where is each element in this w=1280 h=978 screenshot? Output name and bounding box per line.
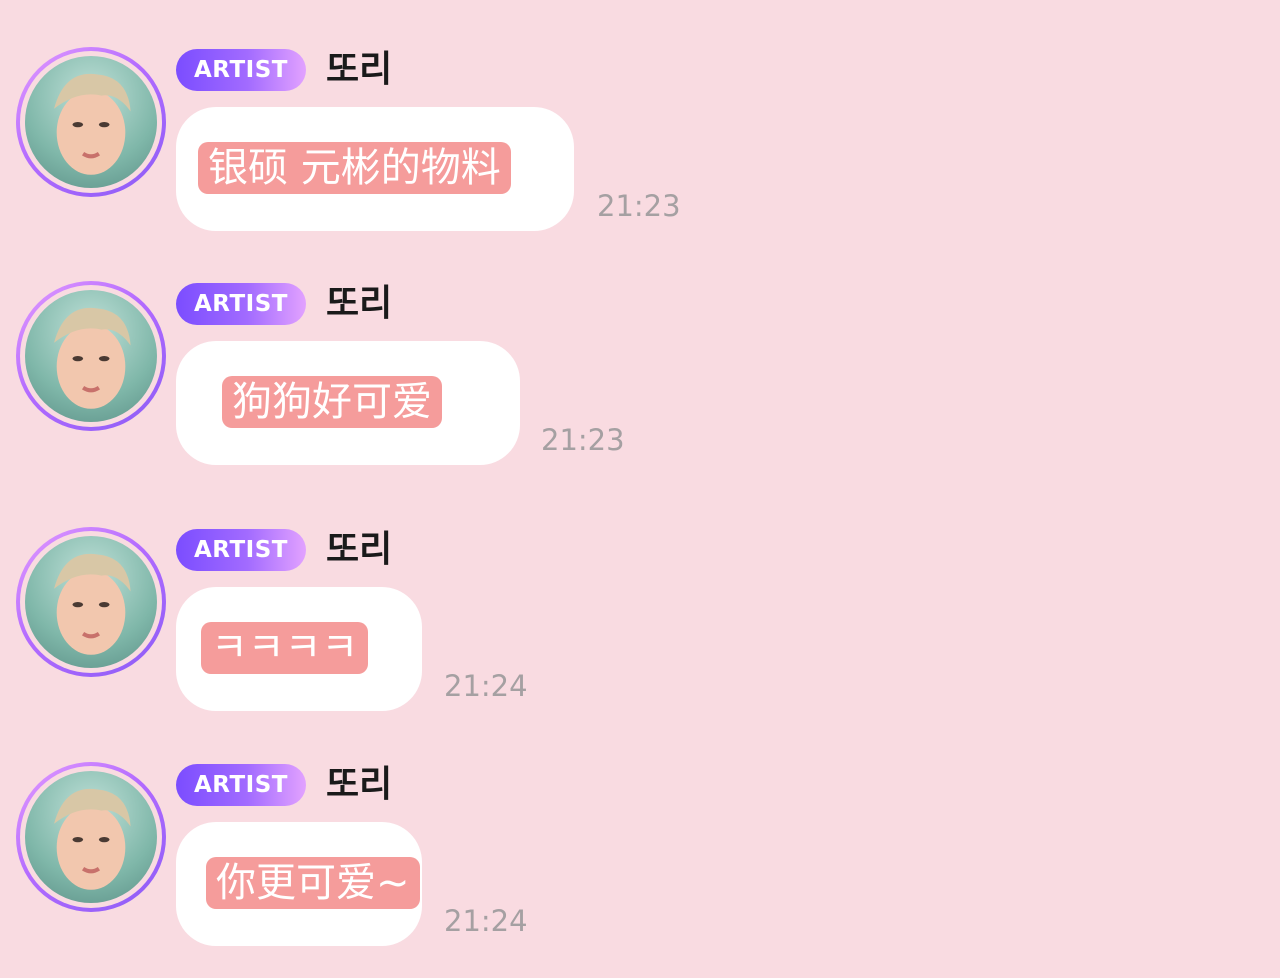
avatar[interactable]	[16, 527, 166, 677]
sender-name: 또리	[326, 49, 393, 90]
avatar-photo-icon	[25, 56, 157, 188]
message-text: 狗狗好可爱	[222, 376, 442, 428]
avatar[interactable]	[16, 47, 166, 197]
avatar-photo-icon	[25, 771, 157, 903]
chat-message: ARTIST 또리 ㅋㅋㅋㅋ 21:24	[0, 527, 1280, 727]
message-bubble[interactable]: 银硕 元彬的物料	[176, 107, 574, 231]
message-text: ㅋㅋㅋㅋ	[201, 622, 369, 674]
chat-message: ARTIST 또리 你更可爱~ 21:24	[0, 762, 1280, 962]
message-text: 银硕 元彬的物料	[198, 142, 511, 194]
message-timestamp: 21:23	[597, 189, 681, 223]
artist-badge: ARTIST	[176, 529, 306, 571]
message-timestamp: 21:23	[541, 423, 625, 457]
avatar[interactable]	[16, 762, 166, 912]
artist-badge: ARTIST	[176, 49, 306, 91]
message-bubble[interactable]: 狗狗好可爱	[176, 341, 520, 465]
message-timestamp: 21:24	[444, 669, 528, 703]
chat-message: ARTIST 또리 银硕 元彬的物料 21:23	[0, 47, 1280, 247]
avatar-photo-icon	[25, 290, 157, 422]
artist-badge: ARTIST	[176, 764, 306, 806]
message-bubble[interactable]: ㅋㅋㅋㅋ	[176, 587, 422, 711]
avatar-photo-icon	[25, 536, 157, 668]
chat-message: ARTIST 또리 狗狗好可爱 21:23	[0, 281, 1280, 481]
artist-badge: ARTIST	[176, 283, 306, 325]
sender-name: 또리	[326, 764, 393, 805]
message-text: 你更可爱~	[206, 857, 420, 909]
sender-name: 또리	[326, 529, 393, 570]
sender-name: 또리	[326, 283, 393, 324]
message-bubble[interactable]: 你更可爱~	[176, 822, 422, 946]
message-timestamp: 21:24	[444, 904, 528, 938]
avatar[interactable]	[16, 281, 166, 431]
